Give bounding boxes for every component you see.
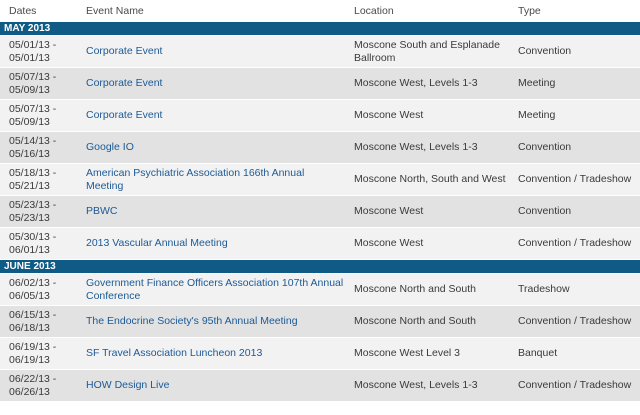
event-location: Moscone West, Levels 1-3 [354,379,478,391]
event-name-cell: Corporate Event [86,109,354,122]
event-location: Moscone West Level 3 [354,347,461,359]
event-type: Convention / Tradeshow [518,315,632,327]
event-location: Moscone North, South and West [354,173,506,185]
event-type: Meeting [518,77,556,89]
table-row: 05/18/13 - 05/21/13 American Psychiatric … [0,164,640,196]
event-location: Moscone West [354,237,424,249]
table-row: 05/23/13 - 05/23/13 PBWC Moscone West Conve… [0,196,640,228]
event-type: Meeting [518,109,556,121]
event-type: Convention [518,45,572,57]
event-name-link[interactable]: The Endocrine Society's 95th Annual Meet… [86,315,298,327]
event-dates: 05/07/13 - 05/09/13 [9,70,57,96]
event-name-link[interactable]: PBWC [86,205,118,217]
event-dates: 05/18/13 - 05/21/13 [9,166,57,192]
event-location: Moscone West [354,205,424,217]
event-location: Moscone West [354,109,424,121]
event-dates: 05/23/13 - 05/23/13 [9,198,57,224]
event-name-link[interactable]: Corporate Event [86,109,162,121]
table-row: 05/14/13 - 05/16/13 Google IO Moscone West… [0,132,640,164]
event-name-cell: HOW Design Live [86,379,354,392]
table-row: 06/02/13 - 06/05/13 Government Finance Of… [0,274,640,306]
event-dates: 05/07/13 - 05/09/13 [9,102,57,128]
event-name-link[interactable]: HOW Design Live [86,379,169,391]
event-type: Tradeshow [518,283,570,295]
header-event-name[interactable]: Event Name [86,5,354,17]
table-row: 05/07/13 - 05/09/13 Corporate Event Moscon… [0,68,640,100]
event-dates: 06/15/13 - 06/18/13 [9,308,57,334]
event-name-cell: Corporate Event [86,77,354,90]
event-name-cell: Google IO [86,141,354,154]
month-label: MAY 2013 [4,23,51,34]
month-label: JUNE 2013 [4,261,56,272]
event-type: Convention / Tradeshow [518,379,632,391]
table-header: Dates Event Name Location Type [0,0,640,22]
events-table: Dates Event Name Location Type MAY 2013 0… [0,0,640,402]
event-type: Convention [518,141,572,153]
table-row: 05/30/13 - 06/01/13 2013 Vascular Annual … [0,228,640,260]
event-location: Moscone North and South [354,315,476,327]
event-name-cell: SF Travel Association Luncheon 2013 [86,347,354,360]
event-type: Convention / Tradeshow [518,237,632,249]
event-location: Moscone South and Esplanade Ballroom [354,38,500,64]
event-dates: 06/02/13 - 06/05/13 [9,276,57,302]
table-row: 06/15/13 - 06/18/13 The Endocrine Society… [0,306,640,338]
event-name-link[interactable]: Corporate Event [86,45,162,57]
event-name-cell: PBWC [86,205,354,218]
event-type: Convention [518,205,572,217]
table-body: MAY 2013 05/01/13 - 05/01/13 Corporate Eve… [0,22,640,402]
table-row: 05/01/13 - 05/01/13 Corporate Event Moscon… [0,36,640,68]
event-name-cell: The Endocrine Society's 95th Annual Meet… [86,315,354,328]
event-location: Moscone North and South [354,283,476,295]
event-dates: 06/22/13 - 06/26/13 [9,372,57,398]
event-dates: 06/19/13 - 06/19/13 [9,340,57,366]
event-name-cell: Government Finance Officers Association … [86,277,354,303]
event-name-link[interactable]: 2013 Vascular Annual Meeting [86,237,228,249]
table-row: 06/22/13 - 06/26/13 HOW Design Live Moscon… [0,370,640,402]
event-name-link[interactable]: Google IO [86,141,134,153]
header-location[interactable]: Location [354,5,518,17]
table-row: 05/07/13 - 05/09/13 Corporate Event Moscon… [0,100,640,132]
event-name-link[interactable]: SF Travel Association Luncheon 2013 [86,347,262,359]
header-type[interactable]: Type [518,5,640,17]
table-row: 06/19/13 - 06/19/13 SF Travel Association… [0,338,640,370]
event-dates: 05/30/13 - 06/01/13 [9,230,57,256]
event-type: Convention / Tradeshow [518,173,632,185]
event-name-link[interactable]: Government Finance Officers Association … [86,277,343,302]
event-type: Banquet [518,347,558,359]
event-dates: 05/01/13 - 05/01/13 [9,38,57,64]
event-name-cell: 2013 Vascular Annual Meeting [86,237,354,250]
event-location: Moscone West, Levels 1-3 [354,77,478,89]
header-dates[interactable]: Dates [0,5,86,17]
event-name-link[interactable]: American Psychiatric Association 166th A… [86,167,304,192]
event-dates: 05/14/13 - 05/16/13 [9,134,57,160]
month-header-row: MAY 2013 [0,22,640,36]
event-name-cell: Corporate Event [86,45,354,58]
event-name-cell: American Psychiatric Association 166th A… [86,167,354,193]
event-name-link[interactable]: Corporate Event [86,77,162,89]
event-location: Moscone West, Levels 1-3 [354,141,478,153]
month-header-row: JUNE 2013 [0,260,640,274]
